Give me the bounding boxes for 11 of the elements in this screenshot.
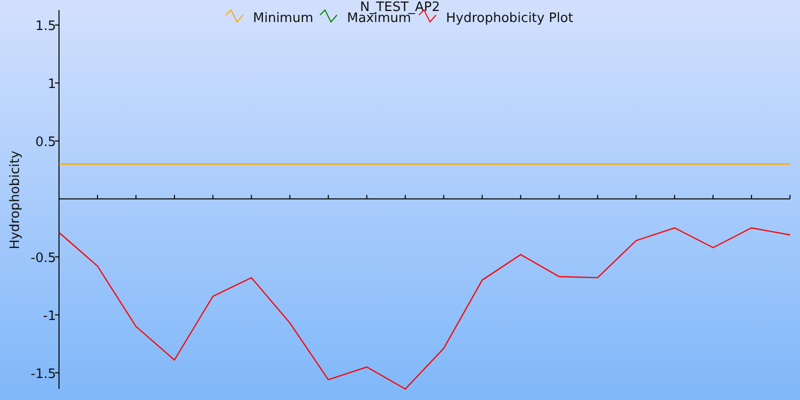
- y-tick-label: -1.5: [30, 366, 56, 382]
- y-tick-label: 1.5: [35, 19, 56, 34]
- zigzag-icon: [226, 9, 244, 23]
- legend-label: Minimum: [253, 11, 314, 26]
- y-axis-label: Hydrophobicity: [8, 150, 23, 250]
- y-tick-label: 1: [48, 77, 56, 92]
- zigzag-icon: [320, 9, 338, 23]
- legend-label: Hydrophobicity Plot: [446, 11, 574, 26]
- y-tick-label: -1: [43, 308, 56, 324]
- y-tick-label: -0.5: [30, 250, 56, 266]
- y-tick-label: 0.5: [35, 134, 56, 150]
